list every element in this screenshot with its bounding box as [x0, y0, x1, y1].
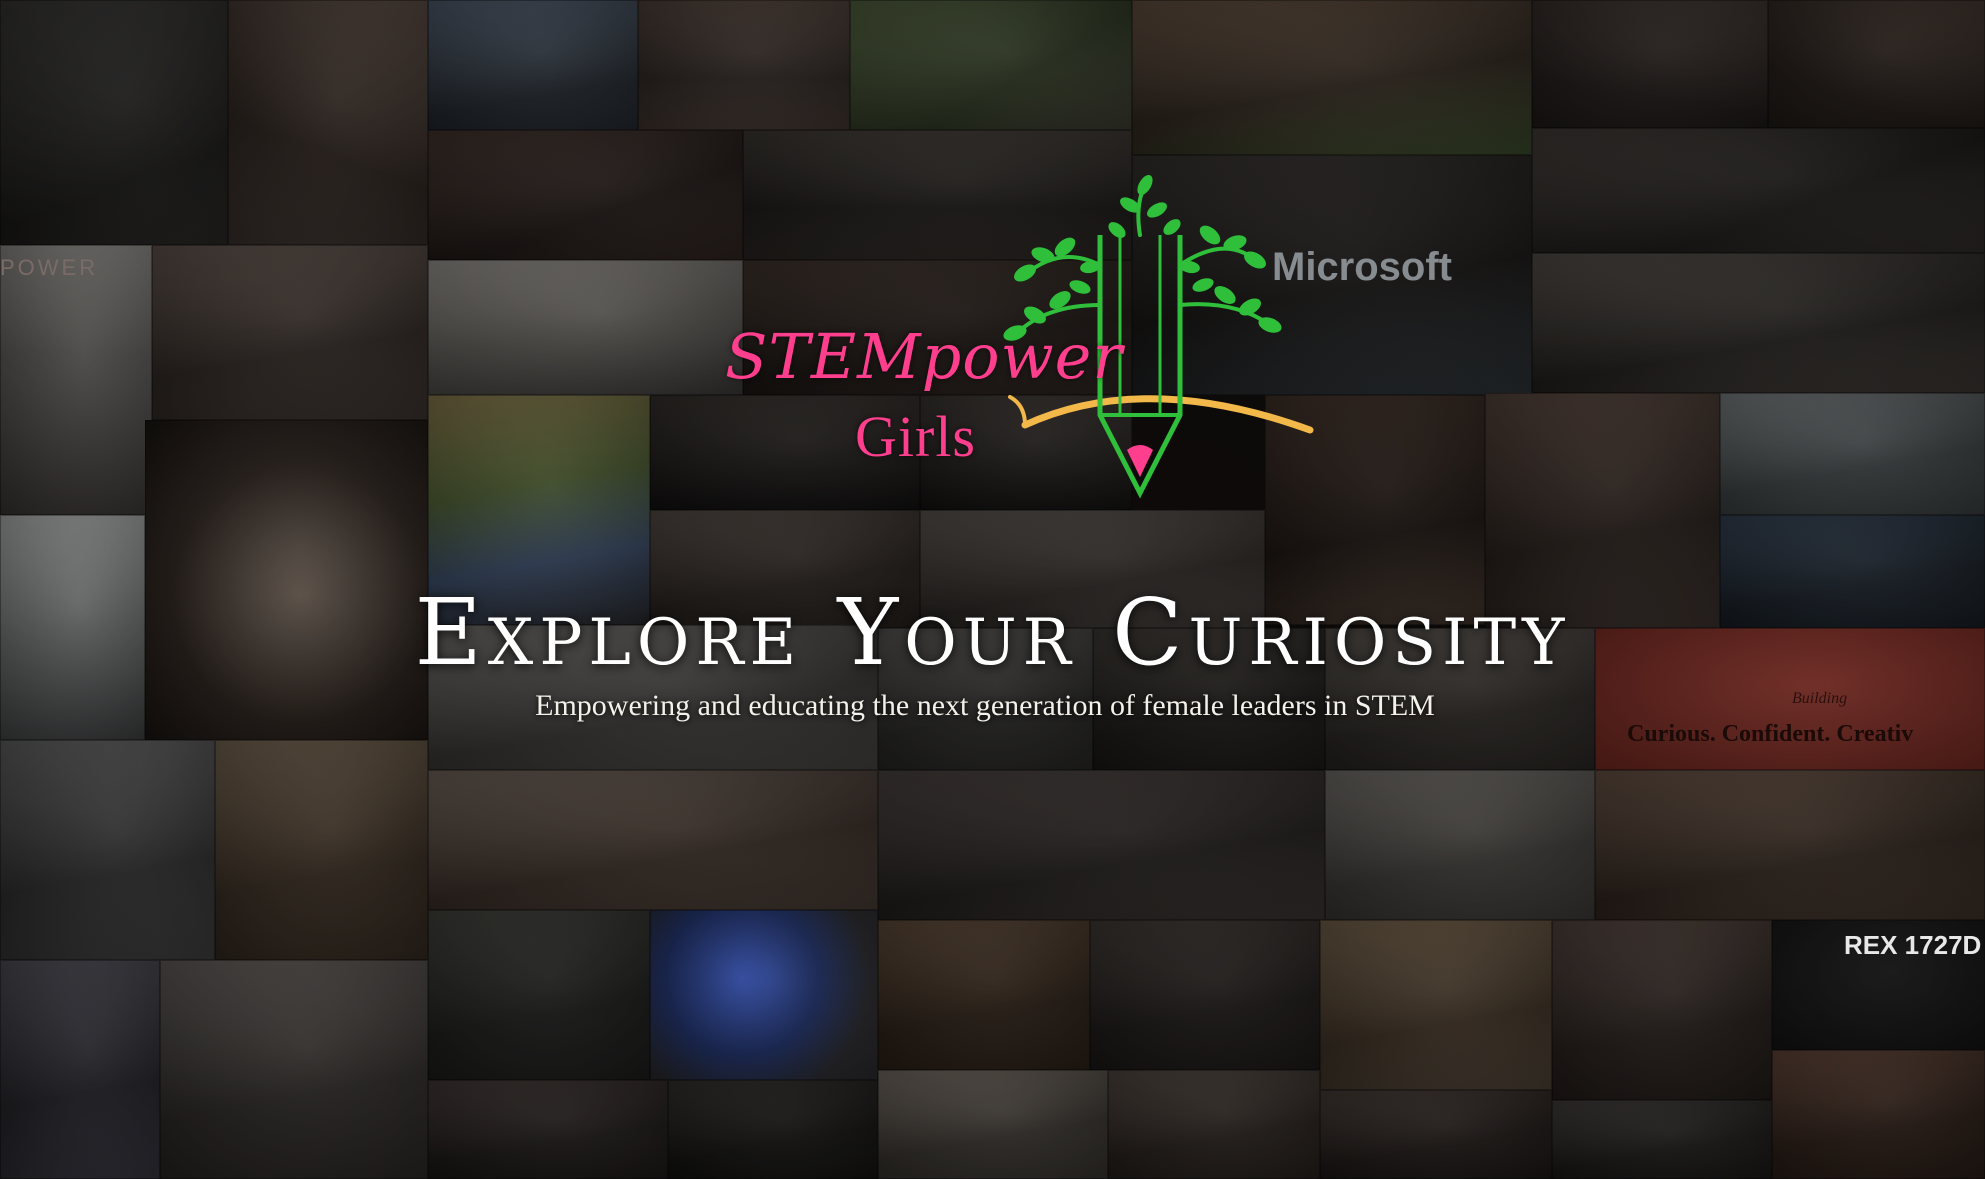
rex-sign-text: REX 1727D	[1844, 930, 1982, 960]
power-sign-text: POWER	[0, 255, 99, 280]
building-sign-text: Building	[1792, 690, 1848, 707]
curious-sign-text: Curious. Confident. Creativ	[1627, 721, 1914, 747]
hero-section: Microsoft POWER Building Curious. Confid…	[0, 0, 1985, 1179]
stempower-girls-logo[interactable]: STEMpower Girls	[725, 175, 1325, 515]
microsoft-sign-text: Microsoft	[1272, 245, 1452, 289]
logo-text-girls: Girls	[855, 404, 976, 469]
hero-subheadline: Empowering and educating the next genera…	[535, 689, 1435, 722]
hero-headline: Explore Your Curiosity	[414, 578, 1571, 686]
logo-text-stempower: STEMpower	[725, 320, 1123, 393]
